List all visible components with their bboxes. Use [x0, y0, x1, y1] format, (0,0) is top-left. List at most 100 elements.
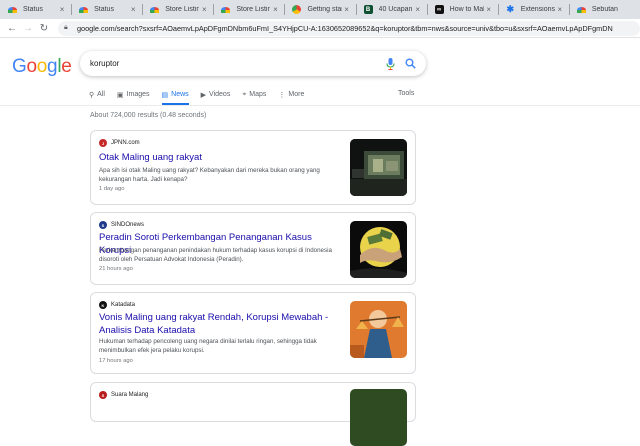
logo-letter: G [12, 56, 27, 77]
chrome-favicon-icon [292, 5, 302, 14]
logo-letter: o [36, 56, 48, 77]
browser-tab[interactable]: B 40 Ucapan Id× [355, 0, 427, 19]
katadata-favicon-icon: K [99, 301, 107, 309]
tab-more[interactable]: ⋮ More [278, 86, 304, 103]
browser-tab[interactable]: Store Listing× [142, 0, 213, 19]
tab-label: More [288, 91, 305, 98]
browser-tab[interactable]: ∞ How to Mak × [426, 0, 498, 19]
close-tab-icon[interactable]: × [484, 5, 494, 14]
tab-label: Videos [209, 91, 231, 98]
search-box [80, 51, 426, 76]
news-thumbnail-image[interactable] [350, 221, 407, 278]
news-snippet: Apa sih isi otak Maling uang rakyat? Keb… [99, 167, 320, 183]
news-thumbnail-image[interactable] [350, 301, 407, 358]
b-favicon-icon: B [363, 5, 373, 14]
tab-all[interactable]: ⚲ All [89, 86, 105, 103]
close-tab-icon[interactable]: × [57, 5, 67, 14]
microphone-icon[interactable] [382, 56, 398, 72]
source-name: JPNN.com [111, 140, 140, 146]
logo-letter: g [47, 56, 58, 77]
news-source: J JPNN.com [99, 139, 140, 147]
browser-toolbar: ← → ↻ 🔒︎ google.com/search?sxsrf=AOaemvL… [0, 19, 640, 38]
tab-label: All [97, 91, 105, 98]
image-icon: ▣ [116, 91, 124, 99]
news-snippet: Hukuman terhadap pencoleng uang negara d… [99, 338, 317, 354]
tab-maps[interactable]: ⌖ Maps [242, 86, 266, 103]
tab-videos[interactable]: ▶ Videos [201, 86, 231, 103]
suara-favicon-icon: S [99, 391, 107, 399]
news-headline-link[interactable]: Otak Maling uang rakyat [99, 151, 339, 164]
browser-tab[interactable]: Status × [0, 0, 71, 19]
search-input[interactable] [90, 59, 382, 68]
source-name: Katadata [111, 302, 136, 308]
browser-tab-title: Store Listing [236, 6, 271, 13]
news-result-card[interactable]: S Suara Malang [90, 382, 416, 446]
search-icon[interactable] [402, 56, 418, 72]
news-source: S Suara Malang [99, 391, 148, 399]
more-icon: ⋮ [278, 91, 286, 99]
news-icon: ▤ [161, 91, 169, 99]
close-tab-icon[interactable]: × [413, 5, 423, 14]
rainbow-favicon-icon [79, 6, 89, 13]
google-logo[interactable]: Google [12, 56, 72, 78]
url-text: google.com/search?sxsrf=AOaemvLpApDFgmDN… [77, 23, 613, 33]
browser-tab-title: Getting start [307, 6, 342, 13]
tab-label: Maps [249, 91, 267, 98]
browser-tab-title: Status [23, 6, 43, 13]
source-name: SINDOnews [111, 222, 145, 228]
news-result-card[interactable]: J JPNN.com Otak Maling uang rakyat Apa s… [90, 130, 416, 205]
news-result-card[interactable]: S SINDOnews Peradin Soroti Perkembangan … [90, 212, 416, 285]
browser-tab-title: How to Mak [449, 6, 484, 13]
lock-icon: 🔒︎ [64, 24, 68, 31]
browser-tab[interactable]: Getting start× [284, 0, 355, 19]
news-headline-link[interactable]: Vonis Maling uang rakyat Rendah, Korupsi… [99, 311, 339, 337]
browser-tab-strip: Status×Status×Store Listing×Store Listin… [0, 0, 640, 19]
search-type-tabs: ⚲ All ▣ Images ▤ News ▶ Videos ⌖ Maps ⋮ More [89, 86, 416, 105]
browser-tab[interactable]: Sebutan [568, 0, 640, 19]
browser-tab-title: 40 Ucapan Id [378, 6, 413, 13]
rainbow-favicon-icon [150, 6, 160, 13]
tabs-divider [0, 105, 640, 106]
rainbow-favicon-icon [221, 6, 231, 13]
tab-images[interactable]: ▣ Images [117, 86, 150, 103]
news-thumbnail-image[interactable] [350, 139, 407, 196]
forward-arrow-icon[interactable]: → [20, 23, 36, 34]
address-bar[interactable]: 🔒︎ google.com/search?sxsrf=AOaemvLpApDFg… [58, 20, 640, 36]
back-arrow-icon[interactable]: ← [4, 23, 20, 34]
browser-tab[interactable]: Status × [71, 0, 142, 19]
browser-tab-title: Sebutan [591, 6, 618, 13]
sindonews-favicon-icon: S [99, 221, 107, 229]
search-icon: ⚲ [89, 91, 95, 99]
close-tab-icon[interactable]: × [555, 5, 565, 14]
browser-tab-title: Status [94, 6, 114, 13]
jpnn-favicon-icon: J [99, 139, 107, 147]
infinity-favicon-icon: ∞ [434, 5, 444, 14]
close-tab-icon[interactable]: × [342, 5, 352, 14]
news-thumbnail-image[interactable] [350, 389, 407, 446]
close-tab-icon[interactable]: × [199, 5, 209, 14]
puzzle-favicon-icon: ✱ [506, 4, 515, 14]
close-tab-icon[interactable]: × [270, 5, 280, 14]
logo-letter: e [61, 56, 72, 77]
news-source: S SINDOnews [99, 221, 144, 229]
news-time: 1 day ago [99, 186, 125, 192]
browser-tab[interactable]: ✱ Extensions × [497, 0, 569, 19]
source-name: Suara Malang [111, 392, 149, 398]
news-result-card[interactable]: K Katadata Vonis Maling uang rakyat Rend… [90, 292, 416, 374]
browser-tab[interactable]: Store Listing× [213, 0, 284, 19]
reload-icon[interactable]: ↻ [36, 23, 52, 34]
tab-news[interactable]: ▤ News [161, 86, 189, 105]
news-time: 17 hours ago [99, 358, 133, 364]
tools-button[interactable]: Tools [398, 90, 414, 97]
news-time: 21 hours ago [99, 266, 133, 272]
news-source: K Katadata [99, 301, 135, 309]
video-icon: ▶ [200, 91, 207, 99]
close-tab-icon[interactable]: × [128, 5, 138, 14]
logo-letter: o [26, 56, 37, 77]
rainbow-favicon-icon [576, 6, 586, 13]
tab-label: Images [126, 91, 150, 98]
news-snippet: Perkembangan penanganan penindakan hukum… [99, 247, 332, 263]
map-pin-icon: ⌖ [242, 90, 247, 98]
rainbow-favicon-icon [8, 6, 17, 13]
tab-label: News [171, 91, 189, 98]
